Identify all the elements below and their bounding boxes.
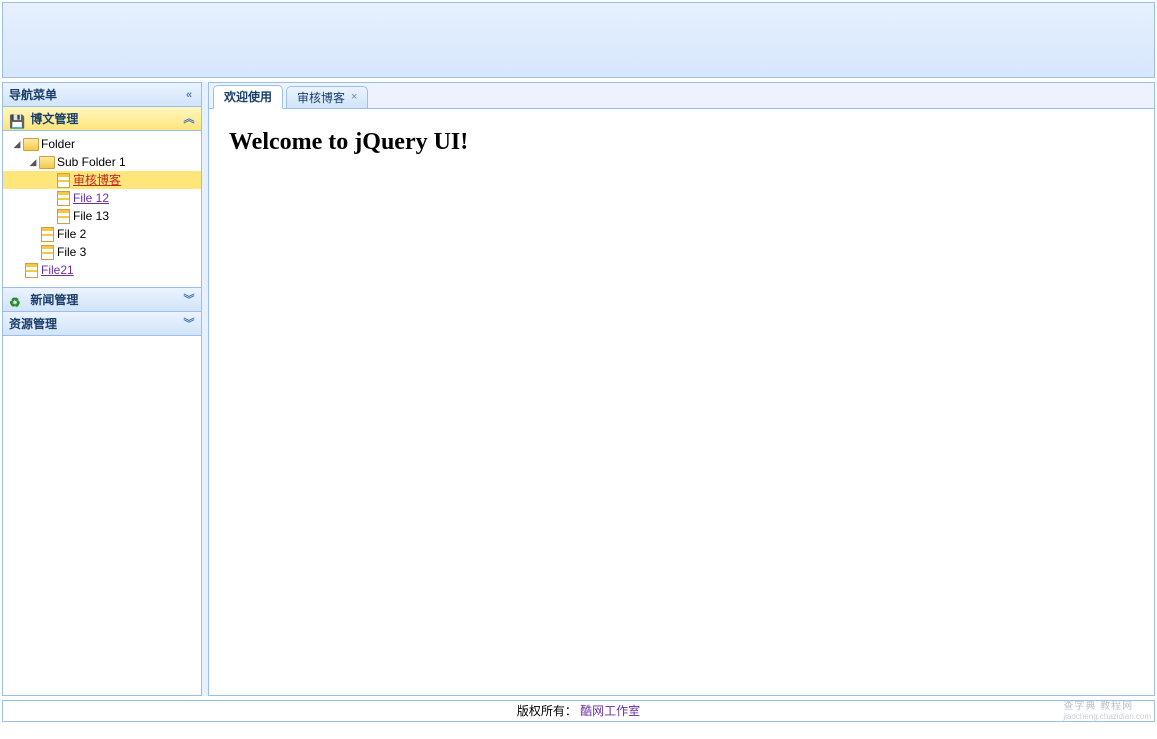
tree-label: 审核博客 [73,171,121,189]
file-icon [23,262,39,278]
expand-arrow-icon[interactable]: ◢ [27,153,39,171]
folder-open-icon [39,154,55,170]
accordion-blog-header[interactable]: 博文管理 ︽ [3,107,201,131]
tree-node-folder[interactable]: ◢ Folder [3,135,201,153]
tree-node-file21[interactable]: File21 [3,261,201,279]
chevron-down-icon[interactable]: ︾ [181,316,197,332]
tree-node-file2[interactable]: File 2 [3,225,201,243]
footer-link[interactable]: 酷网工作室 [580,704,640,718]
copyright-label: 版权所有： [517,704,577,718]
tree-node-file3[interactable]: File 3 [3,243,201,261]
collapse-west-icon[interactable]: « [181,87,197,103]
accordion-news-header[interactable]: 新闻管理 ︾ [3,288,201,312]
accordion-resource-header[interactable]: 资源管理 ︾ [3,312,201,336]
file-icon [39,244,55,260]
chevron-down-icon[interactable]: ︾ [181,292,197,308]
welcome-heading: Welcome to jQuery UI! [229,129,1134,156]
tab-label: 欢迎使用 [224,87,272,107]
accordion-blog-label: 博文管理 [30,112,78,126]
folder-open-icon [23,136,39,152]
tree-node-file13[interactable]: File 13 [3,207,201,225]
accordion-resource-label: 资源管理 [9,317,57,331]
file-icon [55,190,71,206]
tree-label: File 2 [57,225,86,243]
sidebar-title: 导航菜单 [9,88,57,102]
file-icon [55,208,71,224]
tree-label: File 13 [73,207,109,225]
nav-tree: ◢ Folder ◢ Sub Folder 1 审核博客 File [3,135,201,279]
tree-node-subfolder1[interactable]: ◢ Sub Folder 1 [3,153,201,171]
tree-label: File 12 [73,189,109,207]
refresh-icon [9,291,25,307]
tab-label: 审核博客 [297,88,345,108]
sidebar-title-bar: 导航菜单 « [3,83,201,107]
accordion-blog-body: ◢ Folder ◢ Sub Folder 1 审核博客 File [3,131,201,288]
top-banner [2,2,1155,78]
accordion-news-label: 新闻管理 [30,293,78,307]
tree-label: Sub Folder 1 [57,153,126,171]
tabs-bar: 欢迎使用 审核博客 × [209,83,1154,109]
disk-icon [9,110,25,126]
file-icon [55,172,71,188]
close-icon[interactable]: × [351,92,357,103]
tab-welcome[interactable]: 欢迎使用 [213,85,283,109]
main-region: 欢迎使用 审核博客 × Welcome to jQuery UI! [208,82,1155,696]
tab-audit-blog[interactable]: 审核博客 × [286,86,368,108]
expand-arrow-icon[interactable]: ◢ [11,135,23,153]
tab-content-welcome: Welcome to jQuery UI! [209,109,1154,176]
tree-label: File21 [41,261,74,279]
tree-node-file12[interactable]: File 12 [3,189,201,207]
sidebar: 导航菜单 « 博文管理 ︽ ◢ Folder ◢ Sub Folder 1 [2,82,202,696]
tree-label: File 3 [57,243,86,261]
tree-label: Folder [41,135,75,153]
tree-node-audit-blog[interactable]: 审核博客 [3,171,201,189]
footer: 版权所有： 酷网工作室 [2,700,1155,722]
chevron-up-icon[interactable]: ︽ [181,111,197,127]
file-icon [39,226,55,242]
